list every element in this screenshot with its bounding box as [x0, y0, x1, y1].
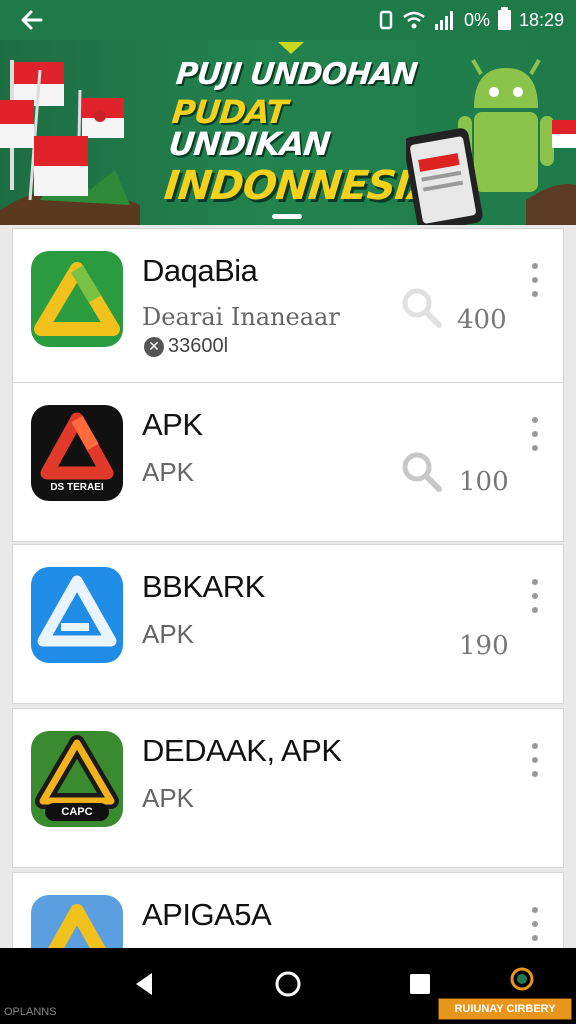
more-options-button[interactable] [529, 907, 541, 941]
app-name: DEDAAK, APK [142, 733, 342, 768]
close-badge-icon: ✕ [144, 336, 164, 357]
banner-line-3: INDONNESIA [162, 163, 442, 209]
app-meta: ✕ 33600l [144, 335, 228, 358]
list-item[interactable]: APIGA5A [12, 872, 564, 948]
banner-title: PUJI UNDOHAN PUDAT UNDIKAN INDONNESIA [162, 57, 442, 209]
green-triangle-icon [31, 251, 123, 347]
vibrate-icon [379, 10, 393, 30]
app-count: 400 [457, 305, 507, 335]
signal-icon [434, 11, 453, 30]
app-list: DaqaBia Dearai Inaneaar ✕ 33600l 400 DS … [12, 228, 564, 948]
icon-caption: CAPC [45, 803, 109, 821]
android-mascot-illustration [406, 59, 576, 225]
watermark-right: RUIUNAY CIRBERY [438, 998, 572, 1020]
list-item[interactable]: BBKARK APK 190 [12, 544, 564, 704]
app-name: APIGA5A [142, 897, 272, 932]
promo-banner[interactable]: PUJI UNDOHAN PUDAT UNDIKAN INDONNESIA [0, 40, 576, 225]
clock: 18:29 [518, 9, 564, 30]
banner-line-2b: UNDIKAN [166, 125, 332, 163]
more-options-button[interactable] [529, 417, 541, 451]
carousel-indicator[interactable] [272, 214, 302, 219]
more-options-button[interactable] [529, 579, 541, 613]
home-icon [275, 971, 301, 997]
app-name: DaqaBia [142, 253, 258, 288]
blue-triangle-icon [31, 567, 123, 663]
wifi-icon [403, 11, 425, 29]
assistant-icon [510, 967, 534, 991]
battery-percent: 0% [463, 9, 490, 30]
nav-recents-button[interactable] [398, 962, 442, 1006]
app-meta-value: 33600l [168, 335, 229, 357]
more-options-button[interactable] [529, 263, 541, 297]
more-options-button[interactable] [529, 743, 541, 777]
app-name: APK [142, 407, 203, 442]
app-count: 190 [459, 631, 509, 661]
back-arrow-button[interactable] [14, 4, 50, 36]
list-item[interactable]: DS TERAEI APK APK 100 [12, 382, 564, 542]
banner-decor-arrow-icon [278, 42, 304, 54]
recents-icon [410, 974, 430, 994]
list-item[interactable]: CAPC DEDAAK, APK APK [12, 708, 564, 868]
app-count: 100 [459, 467, 509, 497]
battery-icon [497, 7, 511, 30]
watermark-left: OPLANNS [4, 1006, 57, 1018]
search-icon[interactable] [399, 449, 443, 493]
back-icon [136, 973, 152, 995]
status-icons: 0% 18:29 [378, 0, 564, 40]
app-subtitle: APK [142, 783, 195, 813]
search-icon[interactable] [399, 285, 443, 329]
flags-illustration [0, 60, 140, 225]
nav-back-button[interactable] [122, 962, 166, 1006]
back-arrow-icon [21, 10, 43, 30]
yellow-triangle-icon [31, 895, 123, 948]
nav-assistant-button[interactable] [500, 958, 544, 1002]
nav-home-button[interactable] [266, 962, 310, 1006]
app-name: BBKARK [142, 569, 265, 604]
banner-line-2: PUDAT UNDIKAN [166, 93, 434, 163]
banner-line-1: PUJI UNDOHAN [174, 57, 419, 92]
list-item[interactable]: DaqaBia Dearai Inaneaar ✕ 33600l 400 [12, 228, 564, 388]
app-subtitle: APK [142, 619, 195, 649]
icon-caption: DS TERAEI [50, 482, 104, 493]
dark-triangle-icon: CAPC [31, 731, 123, 827]
app-subtitle: Dearai Inaneaar [142, 303, 340, 331]
red-triangle-icon: DS TERAEI [31, 405, 123, 501]
status-bar: 0% 18:29 [0, 0, 576, 40]
app-subtitle: APK [142, 457, 195, 487]
